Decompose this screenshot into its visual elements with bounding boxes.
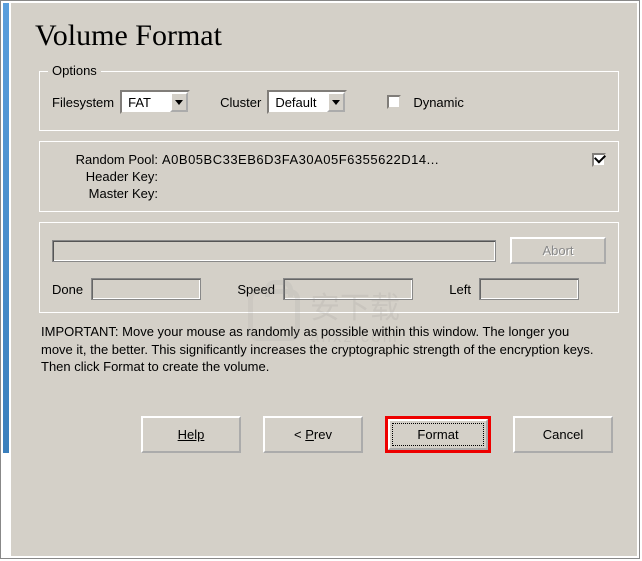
prev-button[interactable]: < Prev (263, 416, 363, 453)
done-label: Done (52, 282, 83, 297)
left-value (479, 278, 579, 300)
filesystem-value: FAT (122, 92, 170, 112)
dynamic-checkbox[interactable] (387, 95, 401, 109)
progress-group: Abort Done Speed Left (39, 222, 619, 313)
important-text: IMPORTANT: Move your mouse as randomly a… (41, 323, 601, 376)
keys-group: Random Pool: A0B05BC33EB6D3FA30A05F63556… (39, 141, 619, 212)
help-button[interactable]: Help (141, 416, 241, 453)
filesystem-select[interactable]: FAT (120, 90, 190, 114)
cluster-select[interactable]: Default (267, 90, 347, 114)
format-button[interactable]: Format (388, 419, 488, 450)
dynamic-label: Dynamic (413, 95, 464, 110)
filesystem-label: Filesystem (52, 95, 114, 110)
filesystem-dropdown-button[interactable] (170, 92, 188, 112)
options-group: Options Filesystem FAT Cluster Default D… (39, 71, 619, 131)
header-key-label: Header Key: (52, 169, 158, 184)
random-pool-value: A0B05BC33EB6D3FA30A05F6355622D14... (162, 152, 439, 167)
cancel-button[interactable]: Cancel (513, 416, 613, 453)
speed-value (283, 278, 413, 300)
chevron-down-icon (175, 100, 183, 105)
left-label: Left (449, 282, 471, 297)
options-row: Filesystem FAT Cluster Default Dynamic (52, 90, 606, 114)
options-legend: Options (48, 63, 101, 78)
random-pool-label: Random Pool: (52, 152, 158, 167)
done-value (91, 278, 201, 300)
show-pool-checkbox[interactable] (592, 153, 606, 167)
master-key-label: Master Key: (52, 186, 158, 201)
cluster-dropdown-button[interactable] (327, 92, 345, 112)
chevron-down-icon (332, 100, 340, 105)
progress-bar (52, 240, 496, 262)
window: Volume Format Options Filesystem FAT Clu… (0, 0, 640, 559)
page-title: Volume Format (11, 3, 637, 65)
button-row: Help < Prev Format Cancel (11, 398, 637, 453)
main-panel: Volume Format Options Filesystem FAT Clu… (11, 3, 637, 556)
abort-button: Abort (510, 237, 606, 264)
cluster-label: Cluster (220, 95, 261, 110)
wizard-sidebar (3, 3, 9, 453)
cluster-value: Default (269, 92, 327, 112)
format-highlight: Format (385, 416, 491, 453)
speed-label: Speed (237, 282, 275, 297)
